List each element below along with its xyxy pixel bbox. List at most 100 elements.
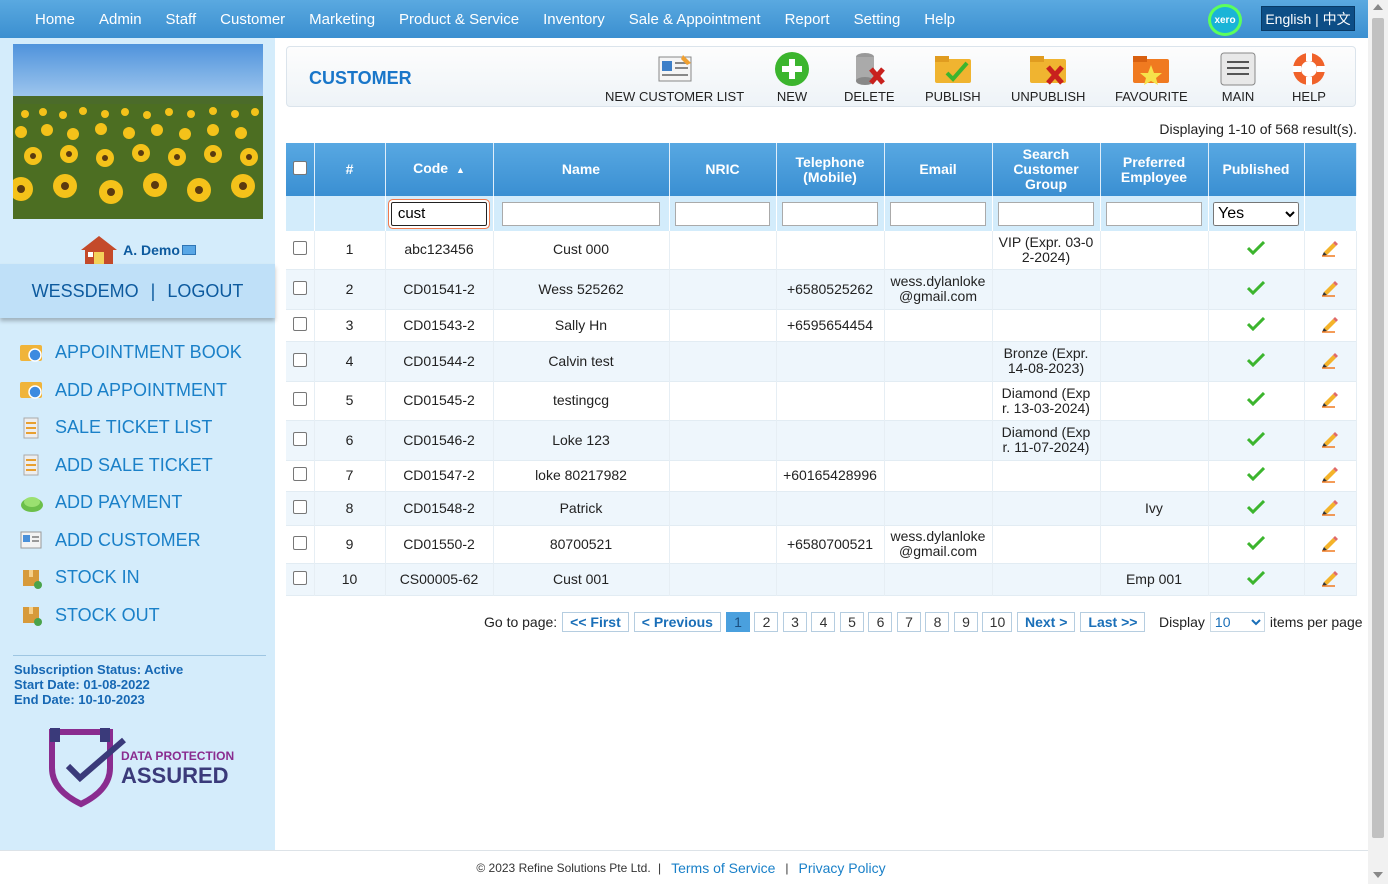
row-checkbox[interactable]	[292, 280, 307, 295]
account-link[interactable]: WESSDEMO	[32, 281, 139, 302]
column-telephone[interactable]: Telephone (Mobile)	[776, 143, 885, 196]
new-customer-list-button[interactable]: NEW CUSTOMER LIST	[605, 51, 744, 104]
edit-pencil-icon[interactable]	[1321, 351, 1339, 369]
edit-pencil-icon[interactable]	[1321, 315, 1339, 333]
scroll-down-icon[interactable]	[1373, 872, 1383, 878]
select-all-checkbox[interactable]	[292, 161, 307, 175]
nav-product-service[interactable]: Product & Service	[387, 11, 531, 28]
last-page-button[interactable]: Last >>	[1080, 612, 1146, 632]
row-checkbox[interactable]	[292, 499, 307, 514]
published-check-icon[interactable]	[1246, 316, 1266, 331]
privacy-policy-link[interactable]: Privacy Policy	[798, 860, 885, 876]
column-nric[interactable]: NRIC	[669, 143, 777, 196]
logout-link[interactable]: LOGOUT	[167, 281, 243, 302]
table-row[interactable]: 9 CD01550-2 80700521 +6580700521 wess.dy…	[286, 525, 1357, 563]
published-check-icon[interactable]	[1246, 535, 1266, 550]
page-7-button[interactable]: 7	[896, 612, 921, 632]
table-row[interactable]: 7 CD01547-2 loke 80217982 +60165428996	[286, 460, 1357, 491]
row-checkbox[interactable]	[292, 241, 307, 256]
items-per-page-select[interactable]: 10	[1209, 612, 1265, 632]
table-row[interactable]: 5 CD01545-2 testingcg Diamond (Expr. 13-…	[286, 381, 1357, 420]
table-row[interactable]: 10 CS00005-62 Cust 001 Emp 001	[286, 563, 1357, 595]
published-check-icon[interactable]	[1246, 466, 1266, 482]
nav-report[interactable]: Report	[773, 11, 842, 28]
nav-marketing[interactable]: Marketing	[297, 11, 387, 28]
filter-employee-input[interactable]	[1105, 201, 1203, 226]
page-3-button[interactable]: 3	[782, 612, 807, 632]
published-check-icon[interactable]	[1246, 499, 1266, 514]
favourite-button[interactable]: FAVOURITE	[1115, 51, 1188, 104]
edit-pencil-icon[interactable]	[1321, 279, 1339, 297]
filter-nric-input[interactable]	[674, 201, 771, 226]
table-row[interactable]: 6 CD01546-2 Loke 123 Diamond (Expr. 11-0…	[286, 420, 1357, 460]
delete-button[interactable]: DELETE	[844, 51, 895, 104]
help-button[interactable]: HELP	[1289, 51, 1329, 104]
column-name[interactable]: Name	[493, 143, 670, 196]
published-check-icon[interactable]	[1246, 391, 1266, 407]
publish-button[interactable]: PUBLISH	[925, 51, 981, 104]
filter-name-input[interactable]	[502, 201, 660, 226]
filter-published-select[interactable]: Yes	[1213, 201, 1299, 226]
edit-pencil-icon[interactable]	[1321, 239, 1339, 257]
nav-setting[interactable]: Setting	[842, 11, 913, 28]
published-check-icon[interactable]	[1246, 241, 1266, 256]
edit-pencil-icon[interactable]	[1321, 430, 1339, 448]
sidebar-item-appointment-book[interactable]: APPOINTMENT BOOK	[19, 334, 242, 372]
sidebar-item-add-sale-ticket[interactable]: ADD SALE TICKET	[19, 447, 242, 485]
nav-help[interactable]: Help	[912, 11, 967, 28]
filter-email-input[interactable]	[889, 201, 987, 226]
sidebar-item-add-customer[interactable]: ADD CUSTOMER	[19, 522, 242, 560]
language-switch[interactable]: English | 中文	[1261, 6, 1355, 31]
column-customer-group[interactable]: Search Customer Group	[992, 143, 1101, 196]
published-check-icon[interactable]	[1246, 352, 1266, 367]
page-6-button[interactable]: 6	[868, 612, 893, 632]
column-published[interactable]: Published	[1208, 143, 1305, 196]
sidebar-item-stock-in[interactable]: STOCK IN	[19, 559, 242, 597]
row-checkbox[interactable]	[292, 352, 307, 367]
nav-sale-appointment[interactable]: Sale & Appointment	[617, 11, 773, 28]
column-code[interactable]: Code ▲	[385, 143, 494, 196]
nav-home[interactable]: Home	[23, 11, 87, 28]
next-page-button[interactable]: Next >	[1016, 612, 1076, 632]
edit-pencil-icon[interactable]	[1321, 498, 1339, 516]
published-check-icon[interactable]	[1246, 431, 1266, 446]
edit-pencil-icon[interactable]	[1321, 390, 1339, 408]
sidebar-item-add-appointment[interactable]: ADD APPOINTMENT	[19, 372, 242, 410]
scrollbar-thumb[interactable]	[1372, 18, 1384, 838]
page-10-button[interactable]: 10	[982, 612, 1013, 632]
filter-telephone-input[interactable]	[781, 201, 879, 226]
row-checkbox[interactable]	[292, 535, 307, 550]
filter-code-input[interactable]	[388, 199, 490, 228]
published-check-icon[interactable]	[1246, 570, 1266, 585]
row-checkbox[interactable]	[292, 570, 307, 585]
vertical-scrollbar[interactable]	[1368, 0, 1388, 884]
filter-group-input[interactable]	[997, 201, 1095, 226]
table-row[interactable]: 8 CD01548-2 Patrick Ivy	[286, 491, 1357, 525]
sidebar-item-add-payment[interactable]: ADD PAYMENT	[19, 484, 242, 522]
sidebar-item-stock-out[interactable]: STOCK OUT	[19, 597, 242, 635]
row-checkbox[interactable]	[292, 392, 307, 406]
terms-of-service-link[interactable]: Terms of Service	[671, 860, 775, 876]
page-9-button[interactable]: 9	[953, 612, 978, 632]
nav-customer[interactable]: Customer	[208, 11, 297, 28]
page-1-button[interactable]: 1	[725, 612, 750, 632]
table-row[interactable]: 1 abc123456 Cust 000 VIP (Expr. 03-02-20…	[286, 231, 1357, 269]
sidebar-item-sale-ticket-list[interactable]: SALE TICKET LIST	[19, 409, 242, 447]
edit-pencil-icon[interactable]	[1321, 569, 1339, 587]
page-5-button[interactable]: 5	[839, 612, 864, 632]
user-name[interactable]: A. Demo	[123, 242, 180, 258]
scroll-up-icon[interactable]	[1373, 4, 1383, 10]
row-checkbox[interactable]	[292, 431, 307, 446]
page-8-button[interactable]: 8	[925, 612, 950, 632]
home-icon[interactable]	[79, 234, 119, 266]
unpublish-button[interactable]: UNPUBLISH	[1011, 51, 1085, 104]
row-checkbox[interactable]	[292, 467, 307, 481]
xero-icon[interactable]: xero	[1208, 4, 1242, 36]
page-4-button[interactable]: 4	[811, 612, 836, 632]
new-button[interactable]: NEW	[772, 51, 812, 104]
edit-pencil-icon[interactable]	[1321, 465, 1339, 483]
main-button[interactable]: MAIN	[1218, 51, 1258, 104]
edit-pencil-icon[interactable]	[1321, 534, 1339, 552]
row-checkbox[interactable]	[292, 316, 307, 331]
page-2-button[interactable]: 2	[754, 612, 779, 632]
